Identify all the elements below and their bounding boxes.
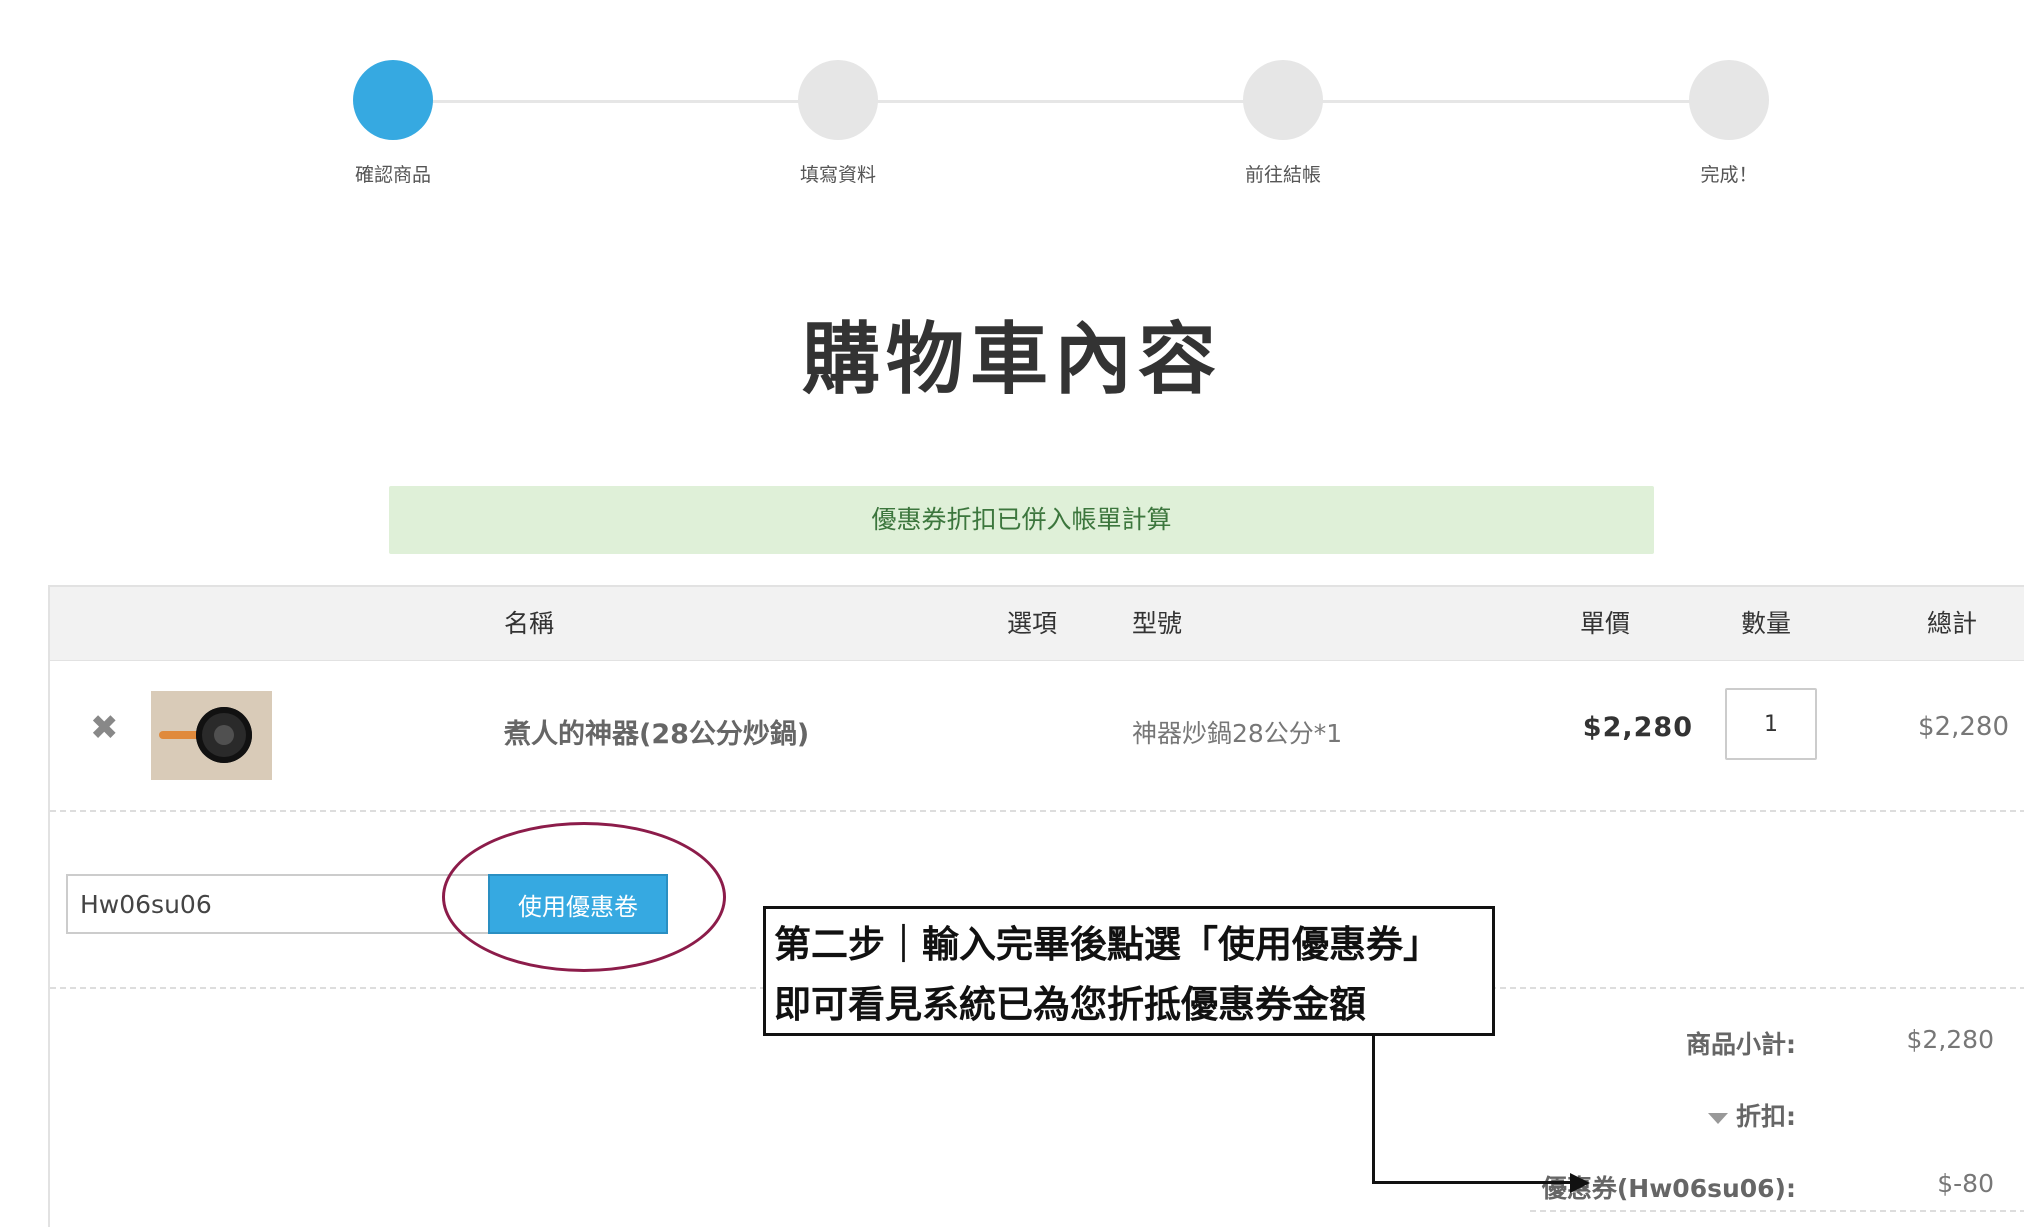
- step-checkout: 前往結帳: [1183, 0, 1383, 187]
- coupon-applied-notice: 優惠券折扣已併入帳單計算: [389, 486, 1654, 554]
- table-row: ✖ 煮人的神器(28公分炒鍋) 神器炒鍋28公分*1 $2,280 $2,280: [50, 660, 2024, 812]
- step-label: 完成！: [1700, 164, 1758, 186]
- step-label: 填寫資料: [799, 164, 876, 186]
- remove-item-icon[interactable]: ✖: [90, 708, 119, 748]
- chevron-down-icon: [1708, 1112, 1728, 1124]
- unit-price: $2,280: [1582, 712, 1693, 743]
- annotation-line-1: 第二步｜輸入完畢後點選「使用優惠券」: [774, 923, 1440, 966]
- step-circle: [353, 60, 433, 140]
- summary-divider: [1530, 1210, 2024, 1212]
- step-complete: 完成！: [1629, 0, 1829, 187]
- coupon-discount-value: $-80: [1937, 1169, 1994, 1198]
- annotation-arrow-vertical: [1372, 1034, 1375, 1184]
- progress-line: [393, 100, 1729, 103]
- pan-handle: [159, 731, 201, 739]
- annotation-box: 第二步｜輸入完畢後點選「使用優惠券」 即可看見系統已為您折抵優惠券金額: [763, 906, 1495, 1036]
- step-label: 前往結帳: [1244, 164, 1321, 186]
- annotation-line-2: 即可看見系統已為您折抵優惠券金額: [774, 983, 1366, 1026]
- quantity-input[interactable]: [1725, 688, 1817, 760]
- highlight-ellipse: [442, 822, 726, 972]
- product-thumbnail[interactable]: [151, 691, 272, 780]
- step-label: 確認商品: [354, 164, 431, 186]
- arrow-head-icon: [1570, 1173, 1590, 1193]
- header-option: 選項: [1007, 609, 1058, 638]
- pan-center: [214, 725, 234, 745]
- product-model: 神器炒鍋28公分*1: [1132, 719, 1343, 748]
- step-confirm-items: 確認商品: [293, 0, 493, 187]
- product-name[interactable]: 煮人的神器(28公分炒鍋): [504, 712, 809, 751]
- step-fill-info: 填寫資料: [738, 0, 938, 187]
- header-model: 型號: [1132, 609, 1183, 638]
- annotation-arrow-horizontal: [1372, 1181, 1572, 1184]
- header-unit-price: 單價: [1580, 609, 1631, 638]
- subtotal-label: 商品小計:: [1686, 1030, 1796, 1059]
- header-name: 名稱: [504, 609, 555, 638]
- discount-toggle[interactable]: 折扣:: [1708, 1097, 1796, 1133]
- step-circle: [798, 60, 878, 140]
- header-total: 總計: [1927, 609, 1978, 638]
- subtotal-value: $2,280: [1906, 1025, 1994, 1054]
- step-circle: [1689, 60, 1769, 140]
- row-total: $2,280: [1918, 712, 2009, 742]
- step-circle: [1243, 60, 1323, 140]
- discount-label: 折扣:: [1736, 1102, 1796, 1131]
- table-header: 名稱 選項 型號 單價 數量 總計: [50, 587, 2024, 661]
- header-quantity: 數量: [1741, 609, 1792, 638]
- coupon-code-input[interactable]: [66, 874, 488, 934]
- page-title: 購物車內容: [801, 315, 1222, 405]
